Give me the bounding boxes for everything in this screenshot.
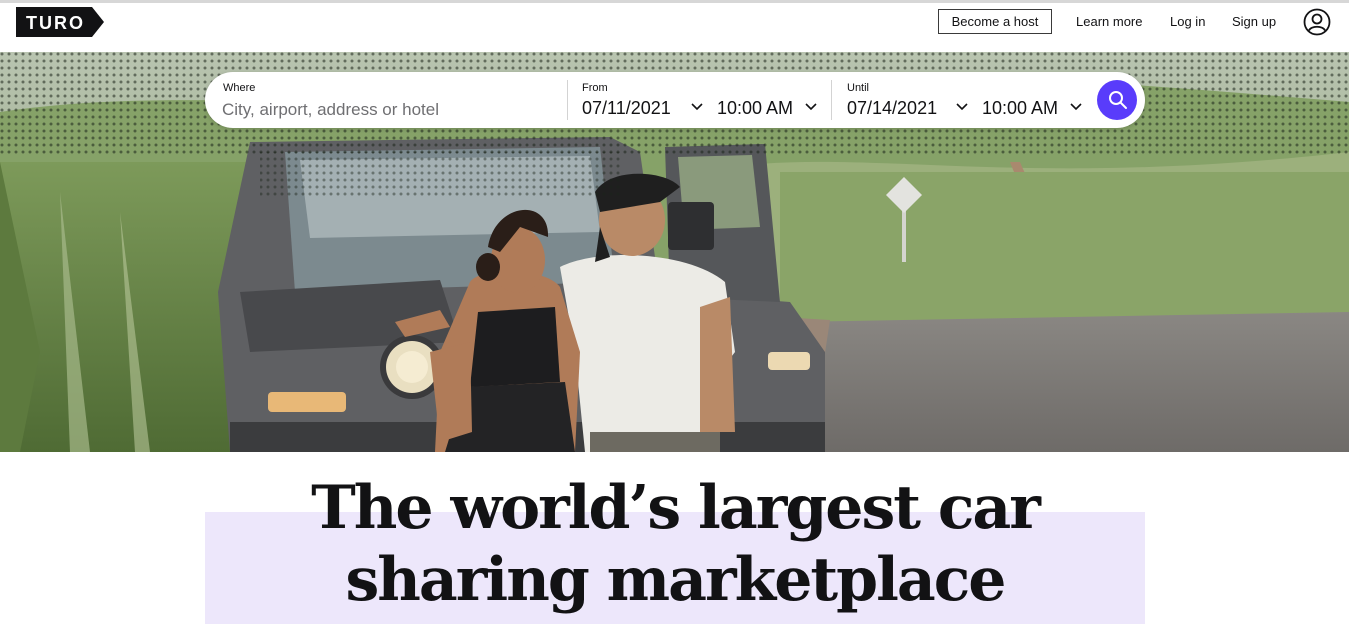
hero-image: Where From 07/11/2021 10:00 AM Until 07/… (0, 52, 1349, 452)
until-time[interactable]: 10:00 AM (982, 98, 1058, 119)
learn-more-link[interactable]: Learn more (1076, 14, 1142, 29)
from-time[interactable]: 10:00 AM (717, 98, 793, 119)
headline-line-1: The world’s largest car (311, 473, 1041, 543)
sign-up-link[interactable]: Sign up (1232, 14, 1276, 29)
chevron-down-icon[interactable] (956, 103, 968, 111)
until-date[interactable]: 07/14/2021 (847, 98, 937, 119)
until-label: Until (847, 82, 870, 94)
where-input[interactable] (222, 98, 552, 122)
log-in-link[interactable]: Log in (1170, 14, 1205, 29)
site-header: TURO Become a host Learn more Log in Sig… (0, 3, 1349, 52)
page-headline: The world’s largest car sharing marketpl… (205, 472, 1145, 616)
user-circle-icon[interactable] (1303, 8, 1331, 36)
search-button[interactable] (1097, 80, 1137, 120)
chevron-down-icon[interactable] (805, 103, 817, 111)
search-bar: Where From 07/11/2021 10:00 AM Until 07/… (205, 72, 1145, 128)
logo-text: TURO (26, 13, 85, 33)
search-divider (831, 80, 832, 120)
chevron-down-icon[interactable] (691, 103, 703, 111)
headline-line-2: sharing marketplace (345, 545, 1007, 615)
chevron-down-icon[interactable] (1070, 103, 1082, 111)
become-host-button[interactable]: Become a host (938, 9, 1052, 34)
from-label: From (582, 82, 608, 94)
turo-logo[interactable]: TURO (16, 7, 104, 37)
search-icon (1109, 91, 1127, 109)
search-divider (567, 80, 568, 120)
from-date[interactable]: 07/11/2021 (582, 98, 671, 119)
where-label: Where (223, 82, 256, 94)
